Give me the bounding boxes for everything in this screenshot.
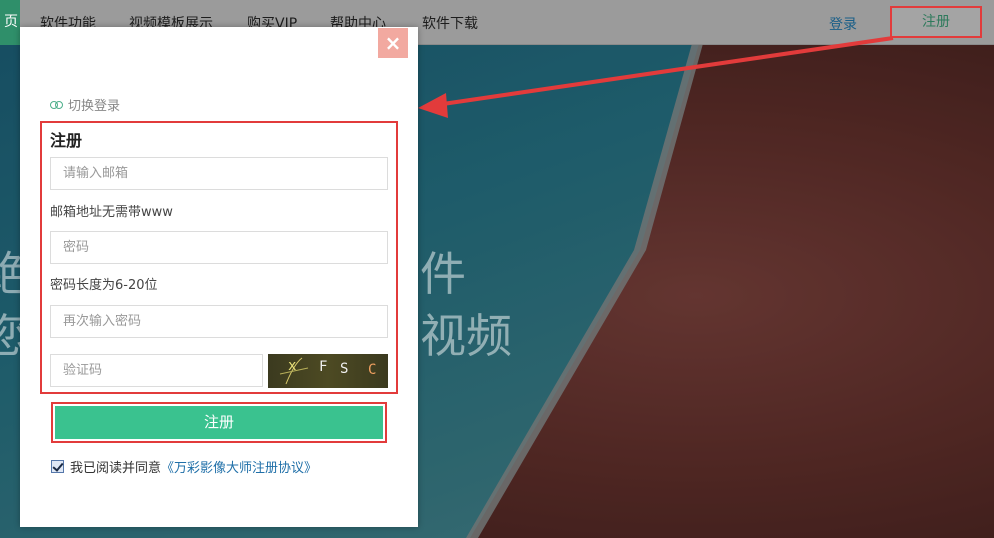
captcha-char-4: C [368, 362, 377, 378]
password-input[interactable] [50, 231, 388, 264]
hero-text-right-2: 视频 [420, 309, 512, 363]
agree-text: 我已阅读并同意 [70, 461, 162, 476]
register-link[interactable]: 注册 [890, 6, 982, 38]
register-form: 注册 邮箱地址无需带www 密码长度为6-20位 x F S C [40, 121, 398, 394]
nav-item-download[interactable]: 软件下载 [422, 13, 478, 33]
agreement-link[interactable]: 《万彩影像大师注册协议》 [161, 457, 317, 476]
register-modal: × 切换登录 注册 邮箱地址无需带www 密码长度为6-20位 x F S C … [20, 27, 418, 527]
hero-text-right-1: 件 [420, 247, 466, 301]
captcha-char-2: F [319, 359, 328, 375]
confirm-password-input[interactable] [50, 305, 388, 338]
captcha-char-1: x [288, 358, 297, 374]
captcha-image[interactable]: x F S C [268, 354, 388, 388]
login-link[interactable]: 登录 [829, 14, 857, 34]
close-button[interactable]: × [378, 28, 408, 58]
switch-login-link[interactable]: 切换登录 [50, 95, 120, 114]
agreement-row: 我已阅读并同意 《万彩影像大师注册协议》 [51, 457, 317, 476]
switch-icon [50, 100, 64, 110]
email-hint: 邮箱地址无需带www [50, 205, 173, 220]
password-hint: 密码长度为6-20位 [50, 278, 158, 293]
email-input[interactable] [50, 157, 388, 190]
nav-home-item[interactable]: 页 [0, 0, 20, 45]
register-submit-button[interactable]: 注册 [55, 406, 383, 439]
switch-login-label: 切换登录 [68, 99, 121, 114]
submit-highlight: 注册 [51, 402, 387, 443]
captcha-char-3: S [340, 361, 349, 377]
form-title: 注册 [50, 131, 83, 150]
agree-checkbox[interactable] [51, 460, 64, 473]
captcha-input[interactable] [50, 354, 263, 387]
